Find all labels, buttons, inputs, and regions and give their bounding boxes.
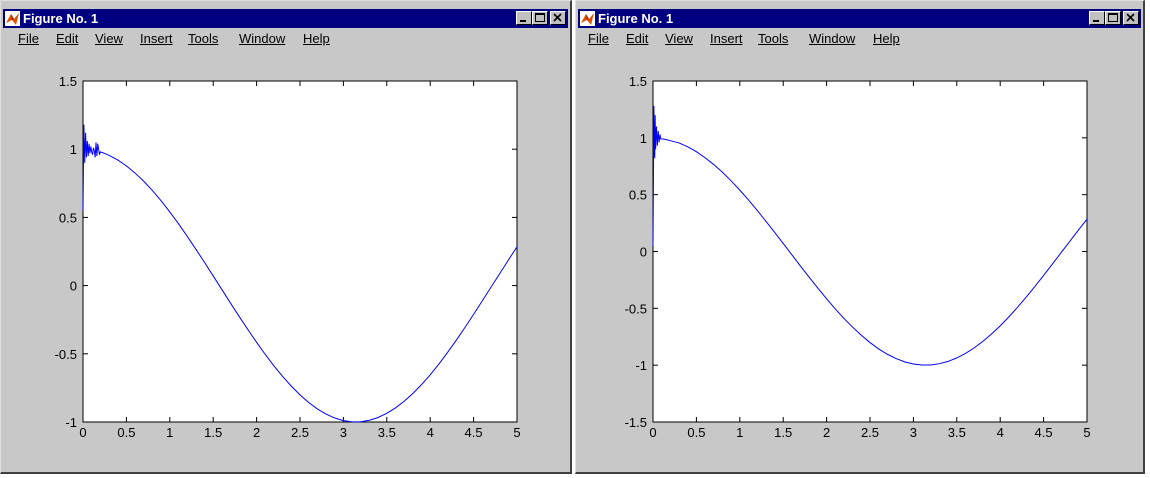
x-tick-label: 1.5 [204,425,222,440]
x-tick-label: 2 [253,425,260,440]
menu-label: Edit [56,31,79,46]
x-tick-label: 5 [513,425,520,440]
y-tick-label: 1 [640,131,647,146]
x-tick-label: 2.5 [291,425,309,440]
close-button[interactable] [550,11,566,25]
close-button[interactable] [1123,11,1139,25]
menu-label: File [588,31,609,46]
maximize-button[interactable] [1105,11,1121,25]
x-tick-label: 3 [340,425,347,440]
y-tick-label: -1.5 [625,415,647,430]
y-tick-label: 0 [70,279,77,294]
menu-insert[interactable]: Insert [710,31,743,47]
menu-edit[interactable]: Edit [56,31,78,47]
x-tick-label: 0 [649,425,656,440]
y-tick-label: -0.5 [625,301,647,316]
maximize-icon [1108,13,1118,22]
window-title: Figure No. 1 [598,11,674,26]
matlab-logo-icon[interactable] [580,11,595,26]
close-icon [1126,13,1135,22]
y-tick-label: 1 [70,142,77,157]
window-title: Figure No. 1 [23,11,99,26]
menu-tools[interactable]: Tools [758,31,788,47]
menu-label: Edit [626,31,649,46]
menu-file[interactable]: File [588,31,609,47]
x-tick-label: 4 [427,425,434,440]
menu-label: Help [303,31,330,46]
y-tick-label: 0 [640,245,647,260]
y-tick-label: 0.5 [59,210,77,225]
menu-file[interactable]: File [18,31,39,47]
y-tick-label: 0.5 [629,188,647,203]
x-tick-label: 4 [997,425,1004,440]
minimize-button[interactable] [1089,11,1105,25]
menu-tools[interactable]: Tools [188,31,218,47]
menu-insert[interactable]: Insert [140,31,173,47]
menu-label: Insert [140,31,173,46]
maximize-icon [535,13,545,22]
x-tick-label: 1.5 [774,425,792,440]
y-tick-label: 1.5 [629,74,647,89]
figure-window-1: Figure No. 1 File Edit View Insert Tools… [0,0,572,474]
menu-label: View [665,31,693,46]
title-bar[interactable]: Figure No. 1 [578,9,1141,28]
menu-view[interactable]: View [95,31,123,47]
menu-window[interactable]: Window [809,31,855,47]
x-tick-label: 3 [910,425,917,440]
x-tick-label: 0.5 [687,425,705,440]
x-tick-label: 1 [736,425,743,440]
x-tick-label: 0.5 [117,425,135,440]
x-tick-label: 2 [823,425,830,440]
x-tick-label: 4.5 [465,425,483,440]
menu-bar: File Edit View Insert Tools Window Help [3,29,568,49]
menu-label: View [95,31,123,46]
menu-label: Tools [188,31,219,46]
minimize-icon [520,20,526,22]
menu-label: Window [809,31,856,46]
figure-window-2: Figure No. 1 File Edit View Insert Tools… [575,0,1145,474]
matlab-logo-icon[interactable] [5,11,20,26]
menu-label: Tools [758,31,789,46]
minimize-button[interactable] [516,11,532,25]
menu-bar: File Edit View Insert Tools Window Help [578,29,1141,49]
maximize-button[interactable] [532,11,548,25]
menu-label: Window [239,31,286,46]
y-tick-label: -1 [635,358,647,373]
plot-area[interactable]: 0 0.5 1 1.5 2 2.5 3 3.5 4 4.5 5 -1.5 -1 -0.5 0 0.5 1 1.5 [579,50,1141,468]
title-bar[interactable]: Figure No. 1 [3,9,568,28]
menu-help[interactable]: Help [303,31,330,47]
close-icon [553,13,562,22]
menu-view[interactable]: View [665,31,693,47]
x-tick-label: 0 [79,425,86,440]
axes-box [82,80,518,423]
y-tick-label: -0.5 [55,347,77,362]
y-tick-label: 1.5 [59,74,77,89]
menu-label: Insert [710,31,743,46]
menu-window[interactable]: Window [239,31,285,47]
menu-edit[interactable]: Edit [626,31,648,47]
menu-label: Help [873,31,900,46]
minimize-icon [1093,20,1099,22]
menu-help[interactable]: Help [873,31,900,47]
x-tick-label: 1 [166,425,173,440]
plot-area[interactable]: 0 0.5 1 1.5 2 2.5 3 3.5 4 4.5 5 -1 -0.5 0 0.5 1 1.5 [4,50,568,468]
axes-box [652,80,1088,423]
x-tick-label: 3.5 [948,425,966,440]
menu-label: File [18,31,39,46]
x-tick-label: 5 [1083,425,1090,440]
x-tick-label: 4.5 [1035,425,1053,440]
x-tick-label: 3.5 [378,425,396,440]
x-tick-label: 2.5 [861,425,879,440]
y-tick-label: -1 [65,415,77,430]
